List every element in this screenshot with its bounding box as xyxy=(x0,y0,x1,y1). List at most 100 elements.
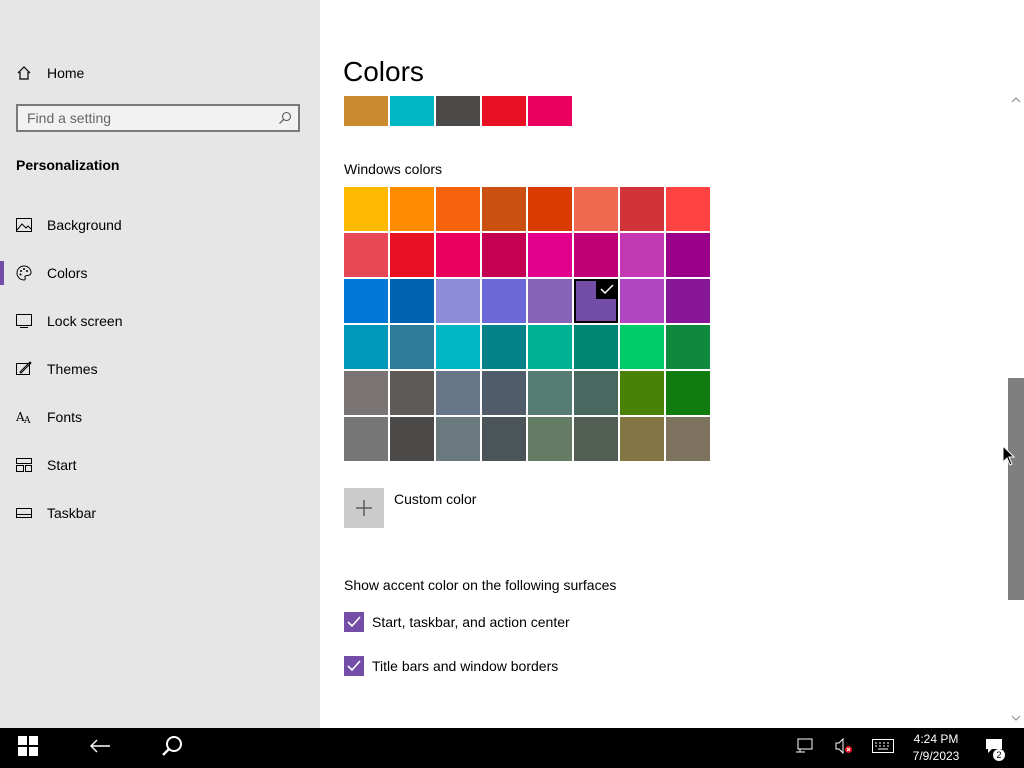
recent-color-swatch[interactable] xyxy=(390,96,434,126)
color-swatch[interactable] xyxy=(666,187,710,231)
color-swatch[interactable] xyxy=(528,417,572,461)
color-swatch[interactable] xyxy=(620,279,664,323)
color-swatch[interactable] xyxy=(482,187,526,231)
sidebar-item-themes[interactable]: Themes xyxy=(0,345,320,393)
windows-colors-grid xyxy=(344,187,710,461)
color-swatch[interactable] xyxy=(390,279,434,323)
color-swatch[interactable] xyxy=(528,371,572,415)
start-icon xyxy=(16,458,47,472)
color-swatch[interactable] xyxy=(574,325,618,369)
color-swatch[interactable] xyxy=(436,371,480,415)
recent-color-swatch[interactable] xyxy=(436,96,480,126)
sidebar-item-lock-screen[interactable]: Lock screen xyxy=(0,297,320,345)
color-swatch[interactable] xyxy=(344,417,388,461)
start-button[interactable] xyxy=(0,728,56,768)
fonts-icon: AA xyxy=(16,409,47,425)
clock-time: 4:24 PM xyxy=(913,732,959,746)
color-swatch[interactable] xyxy=(620,325,664,369)
color-swatch[interactable] xyxy=(436,417,480,461)
color-swatch[interactable] xyxy=(528,233,572,277)
home-icon xyxy=(16,65,47,81)
sidebar-item-colors[interactable]: Colors xyxy=(0,249,320,297)
notification-count-badge: 2 xyxy=(993,749,1005,761)
color-swatch[interactable] xyxy=(344,279,388,323)
color-swatch[interactable] xyxy=(574,417,618,461)
color-swatch[interactable] xyxy=(620,233,664,277)
volume-tray-button[interactable] xyxy=(830,728,858,768)
mouse-cursor-icon xyxy=(1002,444,1016,472)
image-icon xyxy=(16,218,47,232)
color-swatch-selected[interactable] xyxy=(574,279,618,323)
search-input[interactable] xyxy=(18,109,272,127)
sidebar-item-background[interactable]: Background xyxy=(0,201,320,249)
plus-icon[interactable] xyxy=(344,488,384,528)
color-swatch[interactable] xyxy=(482,371,526,415)
sidebar-item-start[interactable]: Start xyxy=(0,441,320,489)
color-swatch[interactable] xyxy=(390,371,434,415)
search-icon[interactable] xyxy=(272,111,298,125)
color-swatch[interactable] xyxy=(666,371,710,415)
color-swatch[interactable] xyxy=(436,279,480,323)
search-button[interactable] xyxy=(144,728,200,768)
color-swatch[interactable] xyxy=(666,233,710,277)
taskbar-icon xyxy=(16,508,47,518)
find-setting-search-box[interactable] xyxy=(16,104,300,132)
color-swatch[interactable] xyxy=(344,187,388,231)
search-icon xyxy=(161,735,183,762)
custom-color-button[interactable]: Custom color xyxy=(344,488,476,528)
touch-keyboard-button[interactable] xyxy=(868,728,898,768)
color-swatch[interactable] xyxy=(344,325,388,369)
color-swatch[interactable] xyxy=(390,325,434,369)
option-start-taskbar-action-center[interactable]: Start, taskbar, and action center xyxy=(344,612,570,632)
sidebar-item-label: Fonts xyxy=(47,409,83,425)
color-swatch[interactable] xyxy=(482,233,526,277)
taskbar: 4:24 PM 7/9/2023 xyxy=(0,728,1024,768)
color-swatch[interactable] xyxy=(666,325,710,369)
recent-colors-row xyxy=(344,96,572,126)
scrollbar-thumb[interactable] xyxy=(1008,378,1024,600)
checkbox-checked[interactable] xyxy=(344,656,364,676)
color-swatch[interactable] xyxy=(344,371,388,415)
recent-color-swatch[interactable] xyxy=(482,96,526,126)
option-title-bars-window-borders[interactable]: Title bars and window borders xyxy=(344,656,558,676)
color-swatch[interactable] xyxy=(574,187,618,231)
color-swatch[interactable] xyxy=(482,279,526,323)
checkbox-checked[interactable] xyxy=(344,612,364,632)
color-swatch[interactable] xyxy=(620,371,664,415)
windows-logo-icon xyxy=(18,735,38,761)
color-swatch[interactable] xyxy=(620,417,664,461)
recent-color-swatch[interactable] xyxy=(528,96,572,126)
color-swatch[interactable] xyxy=(620,187,664,231)
color-swatch[interactable] xyxy=(528,279,572,323)
recent-color-swatch[interactable] xyxy=(344,96,388,126)
color-swatch[interactable] xyxy=(666,279,710,323)
network-tray-button[interactable] xyxy=(790,728,818,768)
color-swatch[interactable] xyxy=(666,417,710,461)
color-swatch[interactable] xyxy=(344,233,388,277)
color-swatch[interactable] xyxy=(436,325,480,369)
section-title-personalization: Personalization xyxy=(16,157,120,173)
color-swatch[interactable] xyxy=(436,233,480,277)
scroll-up-arrow-icon[interactable] xyxy=(1008,96,1024,110)
color-swatch[interactable] xyxy=(482,325,526,369)
sidebar-item-fonts[interactable]: AA Fonts xyxy=(0,393,320,441)
keyboard-icon xyxy=(872,738,894,758)
color-swatch[interactable] xyxy=(390,187,434,231)
action-center-button[interactable] xyxy=(980,728,1008,768)
back-button[interactable] xyxy=(72,728,128,768)
sidebar-item-label: Start xyxy=(47,457,77,473)
color-swatch[interactable] xyxy=(390,417,434,461)
color-swatch[interactable] xyxy=(574,371,618,415)
palette-icon xyxy=(16,265,47,281)
color-swatch[interactable] xyxy=(482,417,526,461)
clock[interactable]: 4:24 PM 7/9/2023 xyxy=(910,731,962,765)
color-swatch[interactable] xyxy=(390,233,434,277)
color-swatch[interactable] xyxy=(528,325,572,369)
color-swatch[interactable] xyxy=(528,187,572,231)
color-swatch[interactable] xyxy=(574,233,618,277)
vertical-scrollbar[interactable] xyxy=(1008,96,1024,728)
scroll-down-arrow-icon[interactable] xyxy=(1008,714,1024,728)
color-swatch[interactable] xyxy=(436,187,480,231)
sidebar-item-taskbar[interactable]: Taskbar xyxy=(0,489,320,537)
home-nav-item[interactable]: Home xyxy=(16,60,306,86)
